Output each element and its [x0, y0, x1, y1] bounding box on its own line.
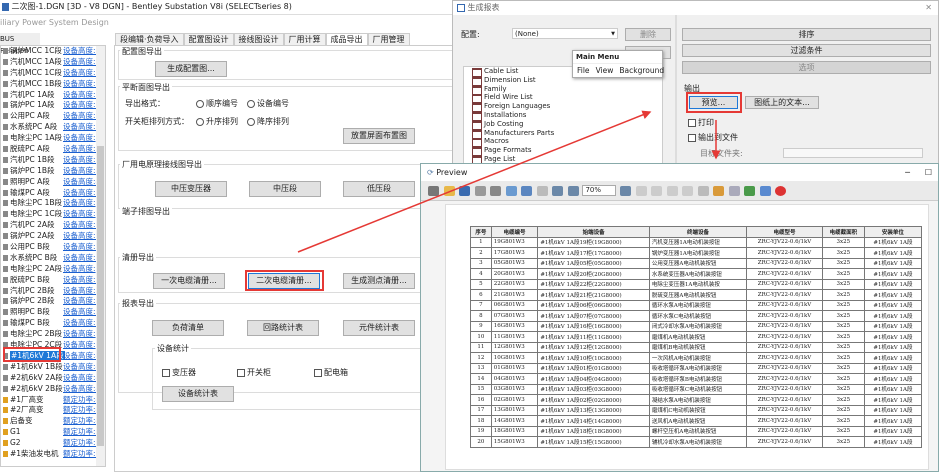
arrow-to-report-dialog	[297, 110, 652, 253]
annotation-arrows	[297, 110, 721, 253]
